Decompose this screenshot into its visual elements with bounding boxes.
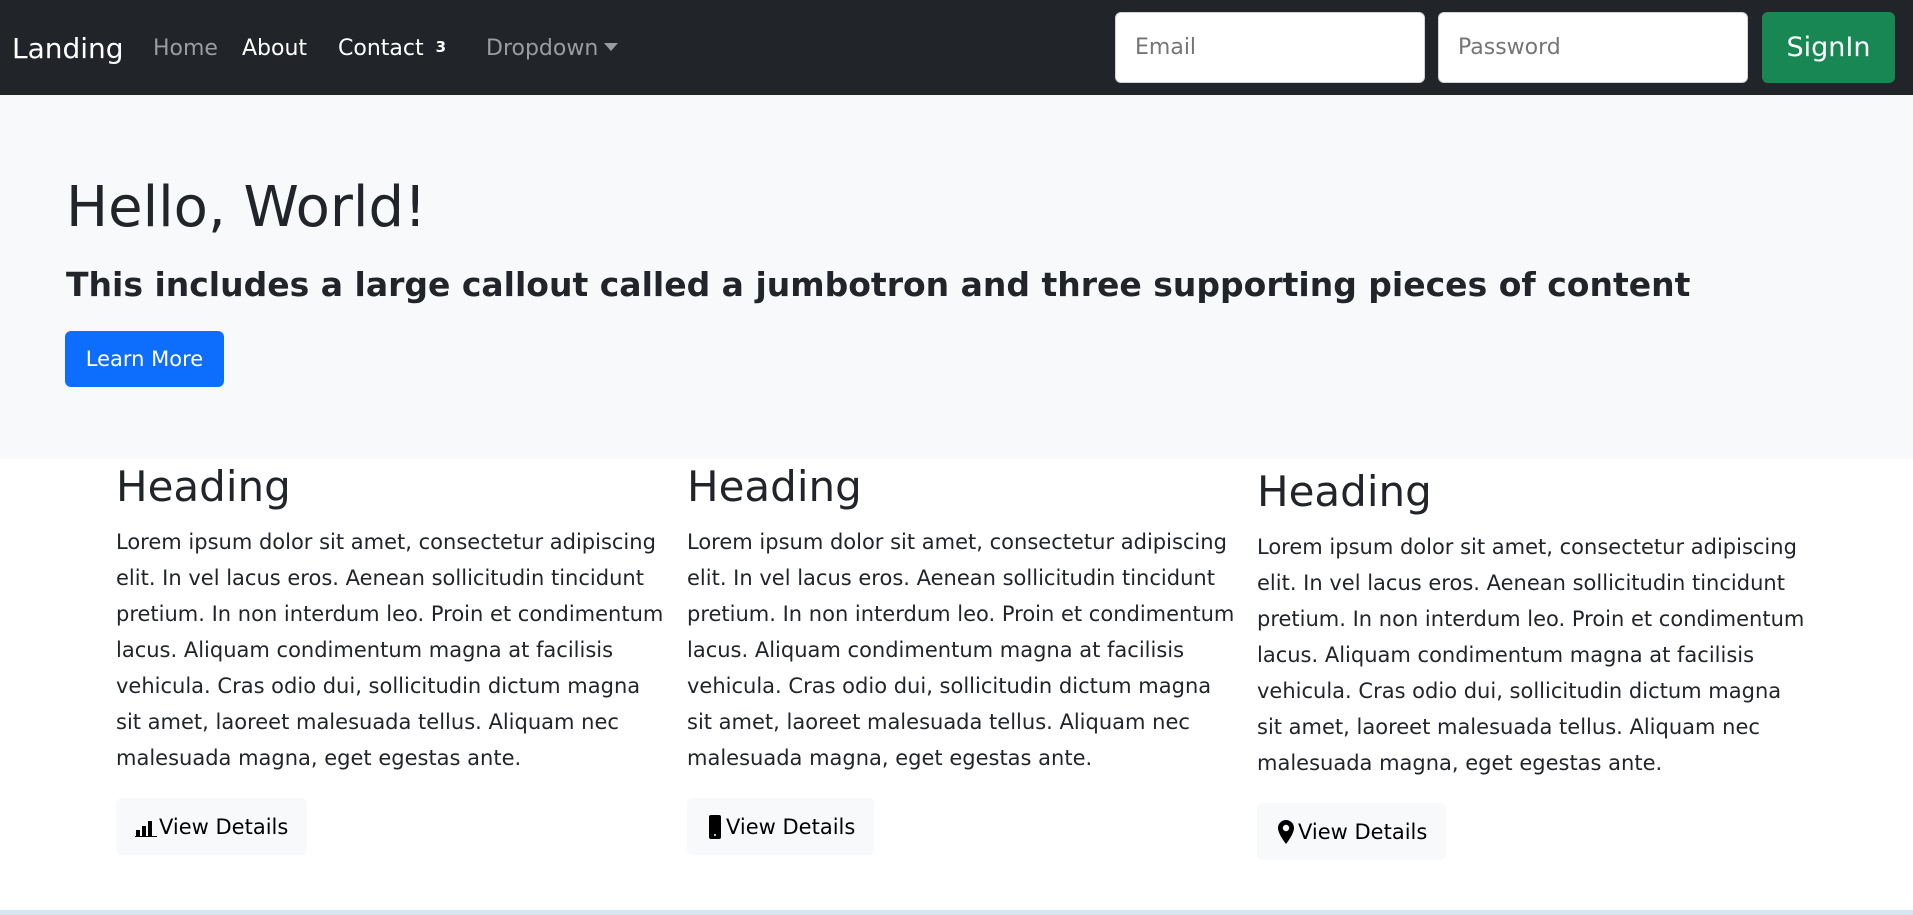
button-label: View Details <box>159 814 289 839</box>
nav-link-about[interactable]: About <box>242 0 307 95</box>
view-details-button[interactable]: View Details <box>116 798 308 855</box>
button-label: View Details <box>726 814 856 839</box>
content-column: Heading Lorem ipsum dolor sit amet, cons… <box>116 462 666 855</box>
column-text: Lorem ipsum dolor sit amet, consectetur … <box>687 530 1235 770</box>
email-input[interactable] <box>1115 12 1425 83</box>
column-text: Lorem ipsum dolor sit amet, consectetur … <box>116 530 664 770</box>
jumbotron-title: Hello, World! <box>66 175 427 240</box>
dropdown-label: Dropdown <box>486 36 599 61</box>
map-pin-icon <box>1278 819 1294 844</box>
caret-down-icon <box>604 43 619 51</box>
jumbotron: Hello, World! This includes a large call… <box>0 95 1913 459</box>
navbar: Landing Home About Contact 3 Dropdown Sig… <box>0 0 1913 95</box>
column-heading: Heading <box>687 462 862 511</box>
signin-button[interactable]: SignIn <box>1762 12 1895 83</box>
bottom-edge <box>0 910 1913 915</box>
password-input[interactable] <box>1438 12 1748 83</box>
contact-badge: 3 <box>435 38 447 56</box>
nav-link-home[interactable]: Home <box>153 0 218 95</box>
jumbotron-subtitle: This includes a large callout called a j… <box>66 265 1691 304</box>
button-label: View Details <box>1298 819 1428 844</box>
phone-icon <box>709 814 721 839</box>
view-details-button[interactable]: View Details <box>687 798 875 855</box>
nav-dropdown[interactable]: Dropdown <box>486 0 619 95</box>
column-text: Lorem ipsum dolor sit amet, consectetur … <box>1257 535 1805 775</box>
column-heading: Heading <box>1257 467 1432 516</box>
navbar-brand[interactable]: Landing <box>12 0 124 95</box>
bar-chart-icon <box>135 820 157 837</box>
content-column: Heading Lorem ipsum dolor sit amet, cons… <box>1257 467 1807 860</box>
contact-label: Contact <box>338 36 424 61</box>
content-column: Heading Lorem ipsum dolor sit amet, cons… <box>687 462 1237 855</box>
learn-more-button[interactable]: Learn More <box>65 331 224 387</box>
column-heading: Heading <box>116 462 291 511</box>
view-details-button[interactable]: View Details <box>1257 803 1447 860</box>
nav-link-contact[interactable]: Contact 3 <box>338 0 446 95</box>
